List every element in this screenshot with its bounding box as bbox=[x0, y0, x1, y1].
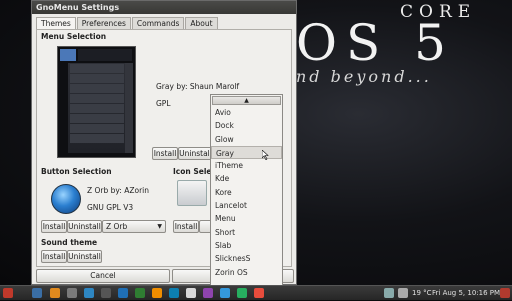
clock[interactable]: Fri Aug 5, 10:16 PM bbox=[432, 286, 500, 301]
app4-icon[interactable] bbox=[254, 288, 264, 298]
tab-about[interactable]: About bbox=[185, 17, 218, 29]
media-icon[interactable] bbox=[135, 288, 145, 298]
button-theme-combo[interactable]: Z Orb ▼ bbox=[102, 220, 166, 233]
tab-bar: Themes Preferences Commands About bbox=[36, 17, 219, 29]
app-icon[interactable] bbox=[203, 288, 213, 298]
button-theme-license: GNU GPL V3 bbox=[87, 203, 134, 212]
power-icon[interactable] bbox=[500, 288, 510, 298]
cancel-button[interactable]: Cancel bbox=[36, 269, 170, 283]
menu-install-button[interactable]: Install bbox=[152, 147, 178, 160]
preview-header bbox=[78, 49, 132, 61]
dropdown-item-dock[interactable]: Dock bbox=[211, 119, 282, 132]
dropdown-item-avio[interactable]: Avio bbox=[211, 106, 282, 119]
icon-theme-preview bbox=[177, 180, 207, 206]
taskbar: 19 °C Fri Aug 5, 10:16 PM bbox=[0, 285, 512, 300]
icon-install-button[interactable]: Install bbox=[173, 220, 199, 233]
menu-preview-image bbox=[57, 46, 136, 158]
chevron-down-icon: ▼ bbox=[157, 223, 162, 230]
dropdown-item-menu[interactable]: Menu bbox=[211, 212, 282, 225]
tab-themes[interactable]: Themes bbox=[36, 17, 76, 29]
mouse-pointer-icon bbox=[262, 150, 269, 160]
disk-icon[interactable] bbox=[186, 288, 196, 298]
sound-install-button[interactable]: Install bbox=[41, 250, 67, 263]
window-title[interactable]: GnoMenu Settings bbox=[32, 1, 296, 14]
menu-theme-license: GPL bbox=[156, 99, 171, 108]
menu-uninstall-button[interactable]: Uninstall bbox=[178, 147, 213, 160]
weather-temperature[interactable]: 19 °C bbox=[412, 286, 432, 301]
settings-icon[interactable] bbox=[101, 288, 111, 298]
app2-icon[interactable] bbox=[220, 288, 230, 298]
preview-menu-list bbox=[68, 63, 126, 153]
tab-preferences[interactable]: Preferences bbox=[76, 17, 131, 29]
dropdown-item-slab[interactable]: Slab bbox=[211, 239, 282, 252]
terminal-icon[interactable] bbox=[67, 288, 77, 298]
browser-icon[interactable] bbox=[118, 288, 128, 298]
wallpaper-tagline: nd beyond... bbox=[296, 67, 432, 86]
dropdown-item-short[interactable]: Short bbox=[211, 226, 282, 239]
menu-theme-author: Gray by: Shaun Marolf bbox=[156, 82, 240, 91]
dropdown-item-slickness[interactable]: SlicknesS bbox=[211, 252, 282, 265]
chat-icon[interactable] bbox=[84, 288, 94, 298]
start-menu-icon[interactable] bbox=[3, 288, 13, 298]
volume-icon[interactable] bbox=[398, 288, 408, 298]
app3-icon[interactable] bbox=[237, 288, 247, 298]
chevron-up-icon[interactable]: ▲ bbox=[212, 96, 281, 105]
z-orb-preview-icon bbox=[51, 184, 81, 214]
dropdown-item-itheme[interactable]: iTheme bbox=[211, 159, 282, 172]
dropdown-item-zorin-os[interactable]: Zorin OS bbox=[211, 266, 282, 279]
dropdown-item-kde[interactable]: Kde bbox=[211, 172, 282, 185]
vlc-icon[interactable] bbox=[152, 288, 162, 298]
dropdown-item-lancelot[interactable]: Lancelot bbox=[211, 199, 282, 212]
sound-theme-label: Sound theme bbox=[41, 238, 98, 247]
dropdown-item-kore[interactable]: Kore bbox=[211, 186, 282, 199]
dropdown-item-glow[interactable]: Glow bbox=[211, 133, 282, 146]
preview-sidebar bbox=[125, 63, 133, 153]
menu-selection-label: Menu Selection bbox=[41, 32, 107, 41]
button-theme-author: Z Orb by: AZorin bbox=[87, 186, 149, 195]
button-theme-combo-value: Z Orb bbox=[106, 222, 128, 231]
sound-uninstall-button[interactable]: Uninstall bbox=[67, 250, 102, 263]
button-uninstall-button[interactable]: Uninstall bbox=[67, 220, 102, 233]
file-manager-icon[interactable] bbox=[32, 288, 42, 298]
button-selection-label: Button Selection bbox=[41, 167, 112, 176]
button-install-button[interactable]: Install bbox=[41, 220, 67, 233]
firefox-icon[interactable] bbox=[50, 288, 60, 298]
wallpaper-os-text: OS 5 bbox=[296, 14, 455, 72]
dropdown-item-gray[interactable]: Gray bbox=[211, 145, 282, 160]
network-icon[interactable] bbox=[384, 288, 394, 298]
tab-commands[interactable]: Commands bbox=[131, 17, 185, 29]
skype-icon[interactable] bbox=[169, 288, 179, 298]
menu-theme-dropdown[interactable]: ▲ Avio Dock Glow Gray iTheme Kde Kore La… bbox=[210, 94, 283, 286]
preview-avatar bbox=[60, 49, 76, 61]
